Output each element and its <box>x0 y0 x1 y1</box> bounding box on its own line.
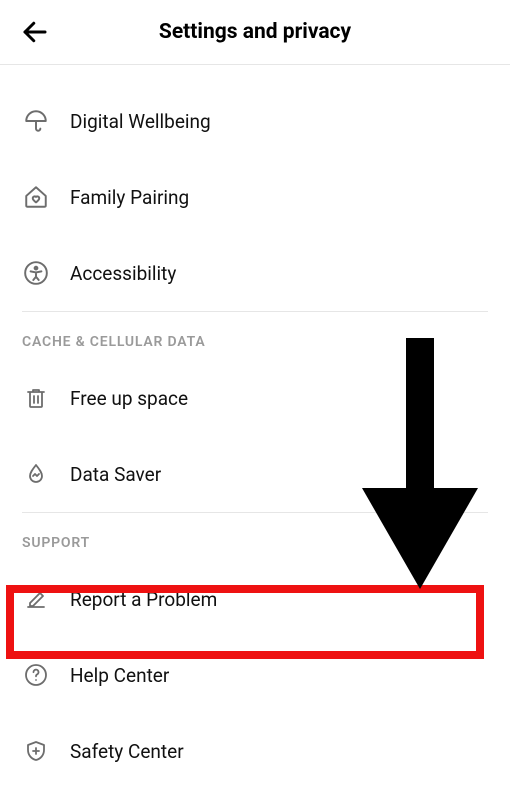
section-support: SUPPORT Report a Problem Help Center <box>0 513 510 789</box>
section-cache: CACHE & CELLULAR DATA Free up space Data… <box>0 312 510 512</box>
row-help-center[interactable]: Help Center <box>22 637 488 713</box>
section-general: Digital Wellbeing Family Pairing Accessi… <box>0 65 510 311</box>
section-header-support: SUPPORT <box>22 513 488 561</box>
row-digital-wellbeing[interactable]: Digital Wellbeing <box>22 83 488 159</box>
section-header-cache: CACHE & CELLULAR DATA <box>22 312 488 360</box>
arrow-left-icon <box>20 17 50 47</box>
row-family-pairing[interactable]: Family Pairing <box>22 159 488 235</box>
row-safety-center[interactable]: Safety Center <box>22 713 488 789</box>
shield-plus-icon <box>22 737 50 765</box>
accessibility-icon <box>22 259 50 287</box>
header-bar: Settings and privacy <box>0 0 510 64</box>
back-button[interactable] <box>14 11 56 53</box>
row-free-up-space[interactable]: Free up space <box>22 360 488 436</box>
row-label: Help Center <box>70 664 169 687</box>
droplet-icon <box>22 460 50 488</box>
umbrella-icon <box>22 107 50 135</box>
question-circle-icon <box>22 661 50 689</box>
home-heart-icon <box>22 183 50 211</box>
row-label: Family Pairing <box>70 186 189 209</box>
row-label: Free up space <box>70 387 188 410</box>
row-label: Data Saver <box>70 463 161 486</box>
row-label: Safety Center <box>70 740 184 763</box>
row-label: Accessibility <box>70 262 176 285</box>
row-accessibility[interactable]: Accessibility <box>22 235 488 311</box>
trash-icon <box>22 384 50 412</box>
page-title: Settings and privacy <box>0 20 510 44</box>
edit-icon <box>22 585 50 613</box>
row-data-saver[interactable]: Data Saver <box>22 436 488 512</box>
row-label: Report a Problem <box>70 588 217 611</box>
row-label: Digital Wellbeing <box>70 110 211 133</box>
row-report-a-problem[interactable]: Report a Problem <box>22 561 488 637</box>
